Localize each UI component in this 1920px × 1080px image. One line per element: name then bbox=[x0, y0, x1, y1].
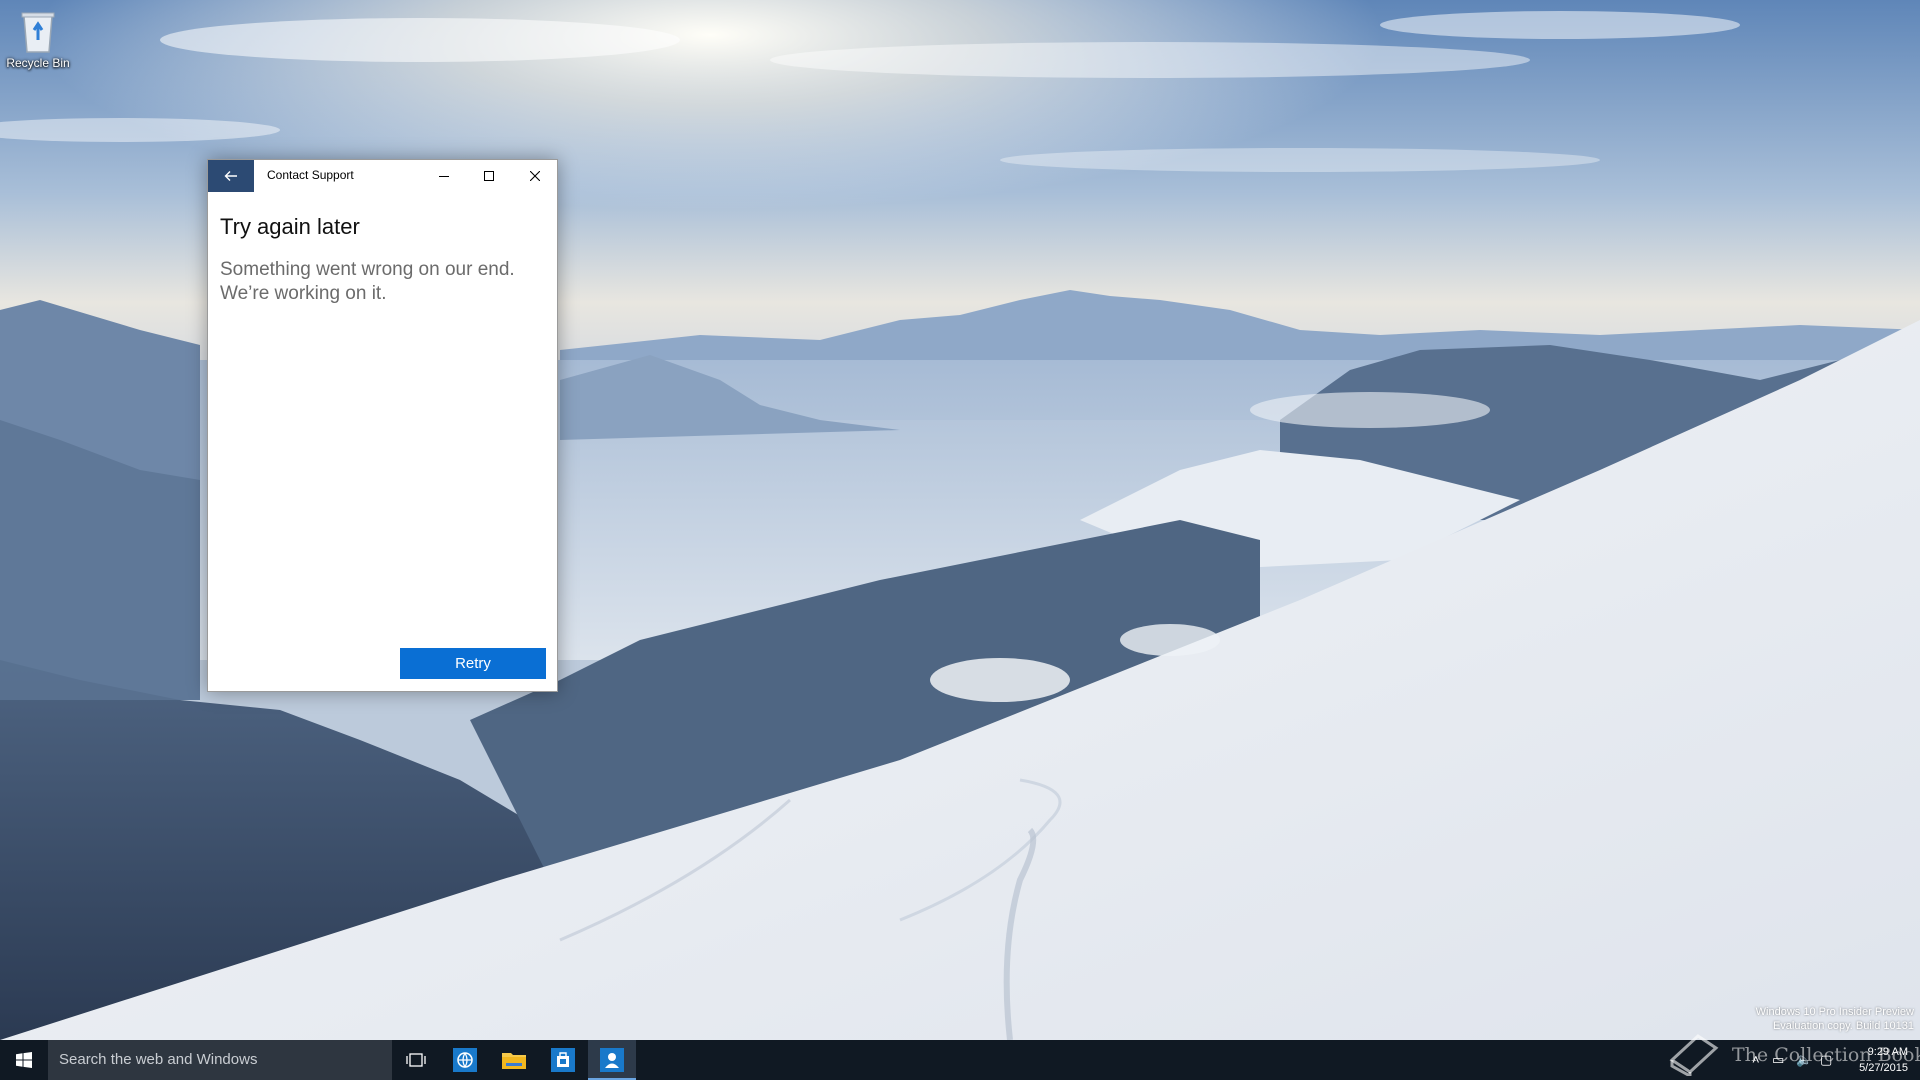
arrow-left-icon bbox=[224, 171, 237, 181]
minimize-icon bbox=[439, 176, 449, 177]
retry-button[interactable]: Retry bbox=[400, 648, 546, 679]
close-icon bbox=[530, 171, 540, 181]
taskbar: Search the web and Windows ˄ ▭ 🔈 ▢ 9:29 … bbox=[0, 1040, 1920, 1080]
taskbar-search-box[interactable]: Search the web and Windows bbox=[48, 1040, 392, 1080]
folder-icon bbox=[502, 1053, 526, 1069]
maximize-icon bbox=[484, 171, 494, 181]
store-bag-icon bbox=[551, 1048, 575, 1072]
window-title: Contact Support bbox=[267, 168, 354, 182]
brand-text: The Collection Book bbox=[1732, 1044, 1920, 1066]
task-view-icon bbox=[406, 1053, 426, 1067]
contact-support-window: Contact Support Try again later Somethin… bbox=[207, 159, 558, 692]
maximize-button[interactable] bbox=[466, 160, 512, 192]
taskbar-task-view[interactable] bbox=[392, 1040, 440, 1080]
window-content: Try again later Something went wrong on … bbox=[220, 214, 545, 306]
taskbar-store[interactable] bbox=[539, 1040, 587, 1080]
error-message: Something went wrong on our end. We’re w… bbox=[220, 258, 550, 306]
title-bar[interactable]: Contact Support bbox=[208, 160, 557, 192]
browser-globe-icon bbox=[453, 1048, 477, 1072]
edition-text: Windows 10 Pro Insider Preview bbox=[1755, 1006, 1914, 1018]
brand-watermark: The Collection Book bbox=[1668, 1030, 1920, 1078]
taskbar-contact-support[interactable] bbox=[588, 1040, 636, 1080]
start-button[interactable] bbox=[0, 1040, 48, 1080]
error-message-line-2: We’re working on it. bbox=[220, 283, 387, 304]
taskbar-file-explorer[interactable] bbox=[490, 1040, 538, 1080]
minimize-button[interactable] bbox=[421, 160, 467, 192]
desktop-icon-recycle-bin[interactable]: Recycle Bin bbox=[4, 6, 72, 70]
windows-logo-icon bbox=[16, 1052, 32, 1068]
recycle-bin-icon bbox=[16, 6, 60, 54]
close-button[interactable] bbox=[512, 160, 558, 192]
back-button[interactable] bbox=[208, 160, 254, 192]
person-icon bbox=[600, 1048, 624, 1072]
error-message-line-1: Something went wrong on our end. bbox=[220, 259, 515, 280]
evaluation-watermark: Windows 10 Pro Insider Preview Evaluatio… bbox=[1756, 1005, 1914, 1033]
book-logo-icon bbox=[1669, 1034, 1719, 1076]
taskbar-browser[interactable] bbox=[441, 1040, 489, 1080]
desktop-icon-label: Recycle Bin bbox=[6, 56, 70, 70]
error-heading: Try again later bbox=[220, 214, 360, 239]
